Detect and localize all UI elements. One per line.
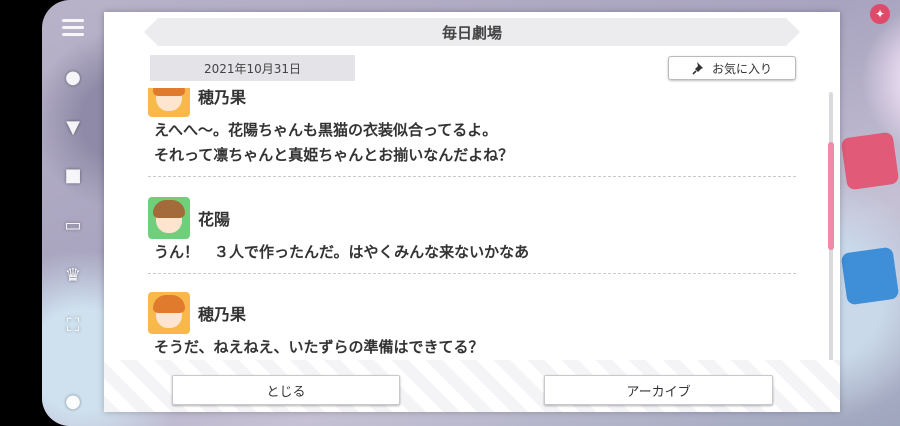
- event-tile-icon[interactable]: [840, 131, 900, 191]
- list-item: 穂乃果 えへへ～。花陽ちゃんも黒猫の衣装似合ってるよ。 それって凛ちゃんと真姫ち…: [148, 88, 796, 177]
- gift-icon[interactable]: ■: [54, 160, 92, 190]
- divider: [148, 273, 796, 274]
- speaker-name: 花陽: [198, 210, 231, 229]
- avatar: [148, 292, 190, 334]
- favorite-label: お気に入り: [711, 61, 772, 76]
- speaker-name: 穂乃果: [198, 88, 247, 107]
- map-tile-icon[interactable]: [840, 246, 900, 306]
- message-line: うん！ ３人で作ったんだ。はやくみんな来ないかなあ: [154, 243, 530, 261]
- daily-theater-dialog: 毎日劇場 2021年10月31日 お気に入り 穂乃果 えへへ～。花陽ちゃんも黒猫…: [104, 12, 840, 412]
- trophy-icon[interactable]: ♛: [54, 260, 92, 290]
- pin-icon: [692, 62, 703, 75]
- list-item: 穂乃果 そうだ、ねえねえ、いたずらの準備はできてる？: [148, 291, 796, 360]
- message-line: そうだ、ねえねえ、いたずらの準備はできてる？: [154, 338, 484, 356]
- avatar: [148, 197, 190, 239]
- message-line: それって凛ちゃんと真姫ちゃんとお揃いなんだよね？: [154, 146, 514, 164]
- list-item: 花陽 うん！ ３人で作ったんだ。はやくみんな来ないかなあ: [148, 196, 796, 274]
- side-menu: ● ▼ ■ ▭ ♛ ⛶ ●: [48, 0, 94, 426]
- avatar: [148, 88, 190, 117]
- monitor-icon[interactable]: ▭: [54, 210, 92, 240]
- archive-button[interactable]: アーカイブ: [544, 375, 773, 405]
- message-line: えへへ～。花陽ちゃんも黒猫の衣装似合ってるよ。: [154, 121, 498, 139]
- chat-icon[interactable]: ●: [54, 62, 92, 92]
- divider: [148, 176, 796, 177]
- hamburger-icon[interactable]: [54, 12, 92, 42]
- right-game-ui: ✦: [840, 0, 900, 426]
- fullscreen-icon[interactable]: ⛶: [54, 310, 92, 340]
- date-label: 2021年10月31日: [150, 55, 355, 81]
- message-list[interactable]: 穂乃果 えへへ～。花陽ちゃんも黒猫の衣装似合ってるよ。 それって凛ちゃんと真姫ち…: [148, 88, 824, 370]
- favorite-button[interactable]: お気に入り: [668, 56, 796, 80]
- notification-badge-icon: ✦: [870, 4, 890, 24]
- close-button[interactable]: とじる: [172, 375, 400, 405]
- shirt-icon[interactable]: ▼: [54, 112, 92, 142]
- speaker-name: 穂乃果: [198, 305, 247, 324]
- user-icon[interactable]: ●: [54, 386, 92, 416]
- scrollbar-thumb[interactable]: [828, 142, 834, 250]
- dialog-title: 毎日劇場: [144, 18, 800, 46]
